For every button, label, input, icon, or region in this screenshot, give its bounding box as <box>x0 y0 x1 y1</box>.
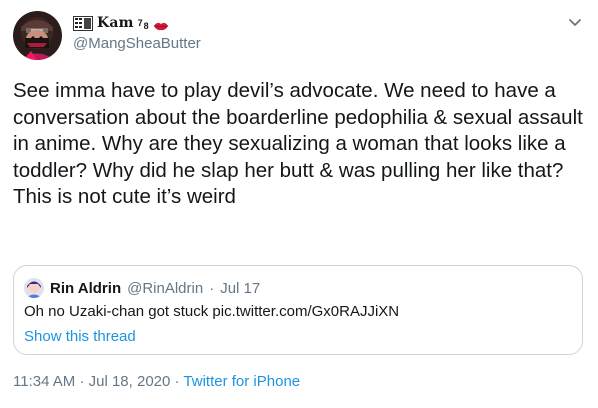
author-avatar[interactable] <box>13 11 62 60</box>
author-name-row[interactable]: Kam 7 8 <box>73 13 169 33</box>
flag-icon <box>73 15 93 31</box>
author-display-name: Kam <box>97 15 134 31</box>
tweet-card: Kam 7 8 @MangSheaButter See imma have to… <box>0 0 598 408</box>
quoted-tweet[interactable]: Rin Aldrin @RinAldrin · Jul 17 Oh no Uza… <box>13 265 583 355</box>
author-handle[interactable]: @MangSheaButter <box>73 35 201 52</box>
name-subscript: 8 <box>143 21 149 31</box>
show-thread-link[interactable]: Show this thread <box>24 328 136 345</box>
chevron-down-icon[interactable] <box>567 14 583 30</box>
tweet-time[interactable]: 11:34 AM <box>13 373 75 390</box>
quoted-separator: · <box>209 279 215 297</box>
tweet-date[interactable]: Jul 18, 2020 <box>89 373 171 390</box>
footer-separator-2: · <box>174 373 180 390</box>
kiss-lips-icon <box>153 18 169 31</box>
tweet-footer: 11:34 AM · Jul 18, 2020 · Twitter for iP… <box>13 373 300 390</box>
tweet-source-link[interactable]: Twitter for iPhone <box>183 373 300 390</box>
quoted-author-avatar[interactable] <box>24 278 44 298</box>
name-superscript: 7 <box>137 18 143 28</box>
tweet-text: See imma have to play devil’s advocate. … <box>13 79 583 208</box>
quoted-author-name[interactable]: Rin Aldrin <box>50 280 121 297</box>
footer-separator-1: · <box>79 373 85 390</box>
quoted-date[interactable]: Jul 17 <box>220 280 260 297</box>
quoted-tweet-text: Oh no Uzaki-chan got stuck pic.twitter.c… <box>24 303 400 320</box>
quoted-author-handle[interactable]: @RinAldrin <box>127 280 203 297</box>
quoted-tweet-header: Rin Aldrin @RinAldrin · Jul 17 <box>24 278 260 298</box>
